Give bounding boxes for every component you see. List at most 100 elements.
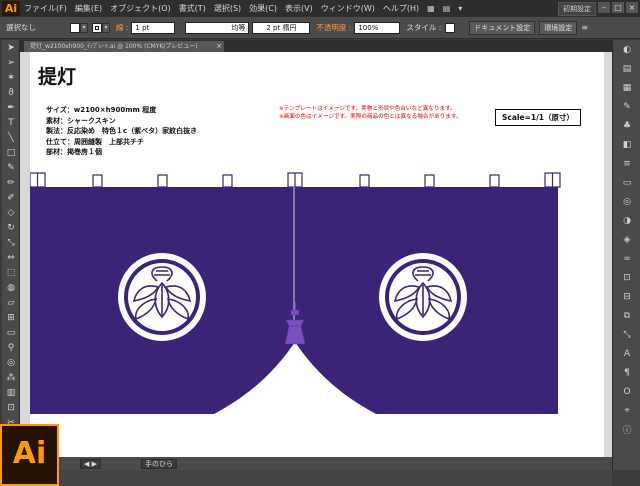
close-tab-icon[interactable]: ×	[216, 41, 222, 52]
navigator-icon[interactable]: ⌖	[613, 401, 640, 420]
transform-icon[interactable]: ⤡	[613, 325, 640, 344]
line-icon[interactable]: ╲	[2, 130, 20, 145]
stroke-dropdown-icon[interactable]: ▾	[102, 22, 110, 33]
graphic-styles-icon[interactable]: ◧	[613, 135, 640, 154]
eyedropper-icon[interactable]: ⚲	[2, 340, 20, 355]
variable-width-profile[interactable]: 均等	[185, 21, 250, 34]
info-icon[interactable]: ⓘ	[613, 420, 640, 439]
noren-artwork	[30, 172, 561, 414]
document-setup-button[interactable]: ドキュメント設定	[469, 20, 536, 35]
preferences-button[interactable]: 環境設定	[539, 20, 578, 35]
direct-select-icon[interactable]: ➢	[2, 55, 20, 70]
document-tab-bar: 提灯_w2100xh900_ﾃﾝﾌﾟﾚｰﾄ.ai @ 100% (CMYK/プレ…	[20, 40, 612, 52]
window-controls: – □ ×	[598, 2, 638, 13]
appearance-icon[interactable]: ◑	[613, 211, 640, 230]
character-icon[interactable]: A	[613, 344, 640, 363]
artboard-nav[interactable]: ◀ ▶	[80, 458, 101, 469]
shape-builder-icon[interactable]: ◍	[2, 280, 20, 295]
menu-select[interactable]: 選択(S)	[210, 0, 245, 17]
bridge-icon[interactable]: ▦	[423, 4, 439, 13]
maximize-icon[interactable]: □	[612, 2, 624, 13]
menu-view[interactable]: 表示(V)	[281, 0, 317, 17]
app-logo: Ai	[2, 1, 20, 16]
menu-type[interactable]: 書式(T)	[175, 0, 210, 17]
horizontal-scrollbar[interactable]	[20, 470, 612, 486]
close-icon[interactable]: ×	[626, 2, 638, 13]
opacity-field[interactable]: 100%	[354, 21, 401, 34]
opentype-icon[interactable]: O	[613, 382, 640, 401]
status-bar: ◀ ▶ 手のひら	[20, 457, 612, 470]
panel-dock: ◐ ▤ ▦ ✎ ♣ ◧ ≡ ▭ ◎ ◑ ◈ ∞ ⊡ ⊟ ⧉ ⤡ A ¶ O ⌖ …	[612, 40, 640, 470]
selection-status: 選択なし	[6, 23, 36, 32]
selection-arrow-icon[interactable]: ➤	[2, 40, 20, 55]
menu-help[interactable]: ヘルプ(H)	[379, 0, 423, 17]
graphic-style-swatch[interactable]	[445, 22, 456, 33]
lasso-icon[interactable]: ϑ	[2, 85, 20, 100]
artboard: 提灯 サイズ：w2100×h900mm 程度 素材：シャークスキン 製法：反応染…	[30, 52, 604, 457]
dropdown-icon[interactable]: ▾	[454, 4, 466, 13]
fill-dropdown-icon[interactable]: ▾	[80, 22, 88, 33]
pen-icon[interactable]: ✒	[2, 100, 20, 115]
minimize-icon[interactable]: –	[598, 2, 610, 13]
free-transform-icon[interactable]: ⬚	[2, 265, 20, 280]
workspace-switcher[interactable]: 初期設定	[558, 2, 596, 16]
canvas-area[interactable]: 提灯 サイズ：w2100×h900mm 程度 素材：シャークスキン 製法：反応染…	[20, 52, 612, 457]
swatches-icon[interactable]: ▦	[613, 78, 640, 97]
pencil-icon[interactable]: ✏	[2, 175, 20, 190]
gradient-icon[interactable]: ▭	[2, 325, 20, 340]
color-guide-icon[interactable]: ▤	[613, 59, 640, 78]
family-crest-right	[378, 252, 468, 342]
fill-swatch[interactable]	[70, 22, 80, 33]
control-bar: 選択なし ▾ ▾ 線 : 1 pt 均等 2 pt 楕円 不透明度 : 100%…	[0, 17, 640, 39]
illustrator-window: Ai ファイル(F) 編集(E) オブジェクト(O) 書式(T) 選択(S) 効…	[0, 0, 640, 486]
document-tab-title: 提灯_w2100xh900_ﾃﾝﾌﾟﾚｰﾄ.ai @ 100% (CMYK/プレ…	[30, 43, 198, 50]
mesh-icon[interactable]: ⊞	[2, 310, 20, 325]
menu-window[interactable]: ウィンドウ(W)	[317, 0, 379, 17]
paragraph-icon[interactable]: ¶	[613, 363, 640, 382]
family-crest-left	[117, 252, 207, 342]
blend-icon[interactable]: ◎	[2, 355, 20, 370]
eraser-icon[interactable]: ◇	[2, 205, 20, 220]
layers-icon[interactable]: ◈	[613, 230, 640, 249]
style-label: スタイル :	[406, 23, 442, 32]
illustrator-logo: Ai	[0, 424, 59, 486]
menu-object[interactable]: オブジェクト(O)	[106, 0, 175, 17]
menu-bar: Ai ファイル(F) 編集(E) オブジェクト(O) 書式(T) 選択(S) 効…	[0, 0, 640, 17]
color-panel-icon[interactable]: ◐	[613, 40, 640, 59]
blob-brush-icon[interactable]: ✐	[2, 190, 20, 205]
menu-file[interactable]: ファイル(F)	[20, 0, 71, 17]
menu-edit[interactable]: 編集(E)	[71, 0, 106, 17]
symbols-icon[interactable]: ♣	[613, 116, 640, 135]
brush-definition[interactable]: 2 pt 楕円	[252, 21, 311, 34]
paintbrush-icon[interactable]: ✎	[2, 160, 20, 175]
perspective-icon[interactable]: ▱	[2, 295, 20, 310]
opacity-label[interactable]: 不透明度 :	[316, 22, 351, 33]
rectangle-icon[interactable]: □	[2, 145, 20, 160]
menu-effect[interactable]: 効果(C)	[245, 0, 281, 17]
rotate-icon[interactable]: ↻	[2, 220, 20, 235]
panel-menu-icon[interactable]: ≡	[577, 23, 592, 32]
width-icon[interactable]: ⇔	[2, 250, 20, 265]
transparency-icon[interactable]: ◎	[613, 192, 640, 211]
brushes-icon[interactable]: ✎	[613, 97, 640, 116]
stroke-label[interactable]: 線 :	[116, 22, 128, 33]
artboards-icon[interactable]: ⊡	[613, 268, 640, 287]
stroke-icon[interactable]: ≡	[613, 154, 640, 173]
align-icon[interactable]: ⊟	[613, 287, 640, 306]
tools-panel: ➤ ➢ ✶ ϑ ✒ T ╲ □ ✎ ✏ ✐ ◇ ↻ ⤡ ⇔ ⬚ ◍ ▱ ⊞ ▭ …	[2, 40, 20, 432]
type-icon[interactable]: T	[2, 115, 20, 130]
hanging-loops	[30, 172, 561, 188]
scale-icon[interactable]: ⤡	[2, 235, 20, 250]
gradient-panel-icon[interactable]: ▭	[613, 173, 640, 192]
artboard-icon[interactable]: ⊡	[2, 400, 20, 415]
stroke-swatch[interactable]	[92, 22, 102, 33]
links-icon[interactable]: ∞	[613, 249, 640, 268]
graph-icon[interactable]: ▥	[2, 385, 20, 400]
pathfinder-icon[interactable]: ⧉	[613, 306, 640, 325]
symbol-sprayer-icon[interactable]: ⁂	[2, 370, 20, 385]
magic-wand-icon[interactable]: ✶	[2, 70, 20, 85]
arrange-documents-icon[interactable]: ▤	[439, 4, 455, 13]
status-tool[interactable]: 手のひら	[141, 458, 177, 469]
stroke-weight-field[interactable]: 1 pt	[131, 21, 176, 34]
document-tab[interactable]: 提灯_w2100xh900_ﾃﾝﾌﾟﾚｰﾄ.ai @ 100% (CMYK/プレ…	[24, 41, 224, 52]
